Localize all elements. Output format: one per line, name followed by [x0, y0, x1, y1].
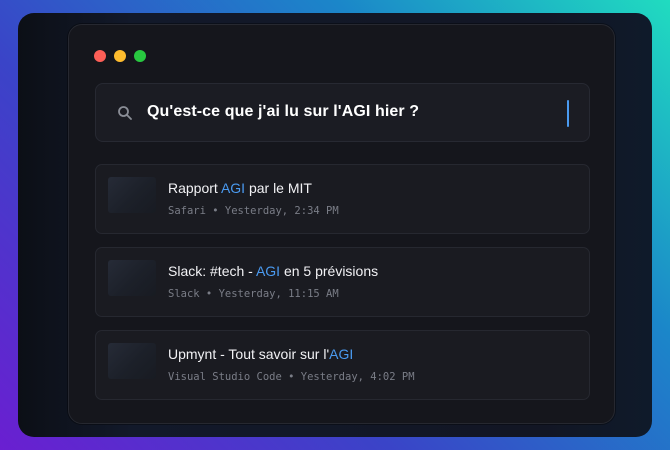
close-window-button[interactable] [94, 50, 106, 62]
window-controls [94, 50, 146, 62]
result-meta: Safari • Yesterday, 2:34 PM [168, 205, 339, 217]
search-icon [118, 106, 132, 120]
search-bar[interactable]: Qu'est-ce que j'ai lu sur l'AGI hier ? [95, 83, 590, 142]
result-title: Rapport AGI par le MIT [168, 180, 312, 196]
result-highlight: AGI [329, 346, 354, 362]
minimize-window-button[interactable] [114, 50, 126, 62]
result-meta: Slack • Yesterday, 11:15 AM [168, 288, 339, 300]
result-meta: Visual Studio Code • Yesterday, 4:02 PM [168, 371, 415, 383]
result-item[interactable]: Slack: #tech - AGI en 5 prévisions Slack… [95, 247, 590, 317]
result-highlight: AGI [255, 263, 281, 279]
text-cursor [567, 100, 569, 127]
result-item[interactable]: Upmynt - Tout savoir sur l'AGI Visual St… [95, 330, 590, 400]
result-item[interactable]: Rapport AGI par le MIT Safari • Yesterda… [95, 164, 590, 234]
result-title: Slack: #tech - AGI en 5 prévisions [168, 263, 379, 279]
result-thumbnail [108, 343, 156, 379]
result-thumbnail [108, 177, 156, 213]
result-thumbnail [108, 260, 156, 296]
zoom-window-button[interactable] [134, 50, 146, 62]
result-title: Upmynt - Tout savoir sur l'AGI [168, 346, 354, 362]
search-input[interactable]: Qu'est-ce que j'ai lu sur l'AGI hier ? [147, 103, 419, 121]
search-window: Qu'est-ce que j'ai lu sur l'AGI hier ? R… [68, 24, 615, 424]
result-highlight: AGI [220, 180, 246, 196]
